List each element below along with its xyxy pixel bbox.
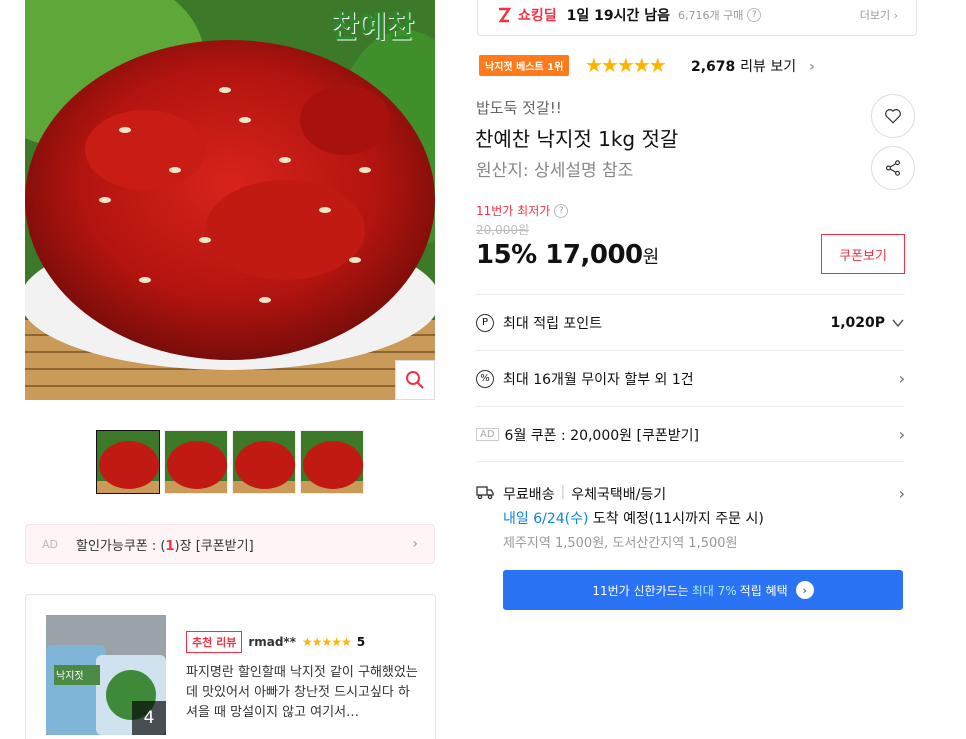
banner-prefix: 11번가 신한카드는 [592, 583, 689, 598]
sale-amount: 17,000 [545, 240, 643, 270]
point-value: 1,020P [830, 314, 885, 331]
chevron-right-icon: › [412, 536, 418, 552]
ad-label: AD [42, 537, 58, 551]
reviewer-name: rmad** [248, 635, 296, 649]
deal-more-link[interactable]: 더보기 › [860, 7, 898, 23]
review-meta: 추천 리뷰 rmad** ★★★★★ 5 [186, 631, 365, 653]
installment-label: 최대 16개월 무이자 할부 외 1건 [503, 371, 694, 388]
discount-rate: 15% [476, 240, 537, 270]
point-label: 최대 적립 포인트 [503, 315, 603, 332]
june-coupon-label: 6월 쿠폰 : 20,000원 [쿠폰받기] [504, 427, 699, 444]
chevron-right-icon: › [898, 425, 905, 444]
max-point-row[interactable]: P 최대 적립 포인트 1,020P [476, 294, 905, 350]
thumbnail-1[interactable] [96, 430, 160, 494]
chevron-down-icon [892, 319, 904, 327]
best-badge[interactable]: 낙지젓 베스트 1위 [479, 55, 570, 76]
review-count: 2,678 [691, 59, 736, 75]
truck-icon [476, 486, 494, 500]
chevron-right-icon: › [809, 59, 815, 75]
shinhan-card-banner[interactable]: 11번가 신한카드는 최대 7% 적립 혜택 › [503, 570, 903, 610]
photo-count: 4 [132, 701, 166, 735]
ad-label: AD [476, 428, 499, 441]
shocking-deal-icon [498, 7, 512, 23]
june-coupon-row[interactable]: AD 6월 쿠폰 : 20,000원 [쿠폰받기] › [476, 406, 905, 462]
delivery-date: 내일 6/24(수) 도착 예정(11시까지 주문 시) [503, 511, 764, 527]
thumbnail-4[interactable] [300, 430, 364, 494]
review-text: 파지명란 할인할때 낙지젓 같이 구해했었는데 맛있어서 아빠가 창난젓 드시고… [186, 665, 418, 720]
help-icon[interactable]: ? [747, 8, 762, 22]
heart-icon [885, 109, 901, 124]
banner-suffix: 적립 혜택 [739, 583, 788, 598]
percent-circle-icon: % [476, 369, 494, 388]
rating-stars: ★★★★★ [585, 53, 667, 77]
coupon-text: 할인가능쿠폰 : (1)장 [쿠폰받기] [76, 538, 254, 554]
sale-price: 15% 17,000원 [476, 240, 659, 270]
product-origin: 원산지: 상세설명 참조 [476, 161, 634, 181]
chevron-right-icon: › [898, 484, 905, 503]
share-icon [886, 160, 900, 176]
lowest-price-label: 11번가 최저가 ? [476, 202, 569, 219]
arrow-right-icon: › [795, 581, 814, 599]
thumbnail-list [96, 430, 364, 494]
p-circle-icon: P [476, 313, 494, 332]
free-shipping: 무료배송 [503, 487, 555, 503]
review-stars: ★★★★★ [301, 635, 352, 649]
photo-label: 낙지젓 [56, 671, 84, 682]
share-button[interactable] [871, 146, 915, 190]
product-title: 찬예찬 낙지젓 1kg 젓갈 [475, 127, 679, 151]
review-photo[interactable]: 낙지젓 4 [46, 615, 166, 735]
like-button[interactable] [871, 94, 915, 138]
brand-logo: 찬예찬 [331, 10, 414, 45]
review-score: 5 [356, 635, 366, 649]
chevron-right-icon: › [898, 369, 905, 388]
banner-highlight: 최대 7% [691, 583, 737, 598]
review-card[interactable]: 낙지젓 4 추천 리뷰 rmad** ★★★★★ 5 파지명란 할인할때 낙지젓… [25, 594, 436, 739]
deal-remaining: 1일 19시간 남음 [566, 8, 671, 24]
thumbnail-3[interactable] [232, 430, 296, 494]
deal-buyers: 6,716개 구매 [678, 9, 744, 22]
ad-coupon-banner[interactable]: AD 할인가능쿠폰 : (1)장 [쿠폰받기] › [25, 524, 435, 564]
extra-shipping-fee: 제주지역 1,500원, 도서산간지역 1,500원 [503, 536, 738, 551]
help-icon[interactable]: ? [554, 203, 569, 218]
product-main-image[interactable]: 찬예찬 [25, 0, 435, 400]
thumbnail-2[interactable] [164, 430, 228, 494]
view-coupon-button[interactable]: 쿠폰보기 [821, 234, 905, 274]
recommended-badge: 추천 리뷰 [186, 631, 243, 653]
installment-row[interactable]: % 최대 16개월 무이자 할부 외 1건 › [476, 350, 905, 406]
shipping-method: 우체국택배/등기 [571, 487, 667, 503]
zoom-button[interactable] [395, 360, 435, 400]
deal-label: 쇼킹딜 [518, 8, 557, 24]
review-link[interactable]: 2,678 리뷰 보기 › [691, 56, 815, 76]
search-icon [406, 371, 424, 389]
product-subtitle: 밥도둑 젓갈!! [476, 99, 562, 117]
original-price: 20,000원 [476, 223, 530, 237]
review-link-label: 리뷰 보기 [740, 59, 797, 75]
shocking-deal-bar: 쇼킹딜 1일 19시간 남음 6,716개 구매 ? 더보기 › [477, 0, 917, 36]
currency-unit: 원 [642, 247, 660, 268]
